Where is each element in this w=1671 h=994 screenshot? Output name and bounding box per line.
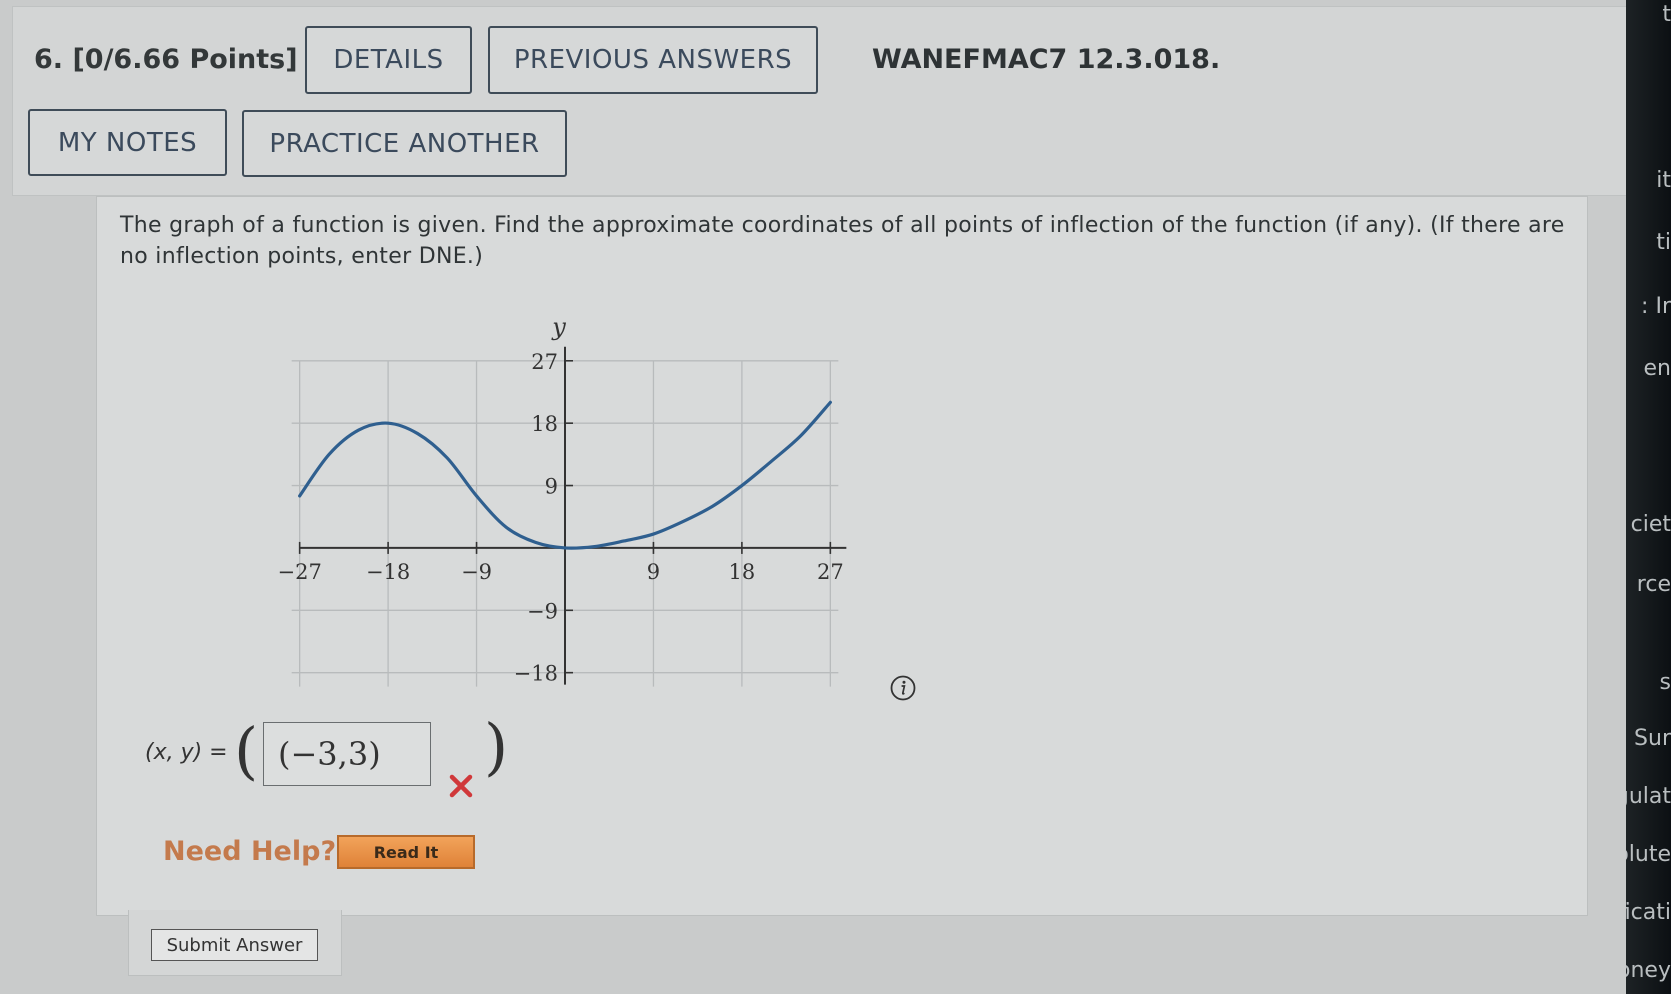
strip-text: ificati (1626, 900, 1671, 925)
x-tick-label: 18 (729, 560, 756, 584)
x-tick-label: 9 (647, 560, 660, 584)
answer-label: (x, y) = (145, 740, 228, 765)
strip-text: s (1659, 670, 1671, 695)
strip-text: t (1662, 2, 1671, 27)
read-it-button[interactable]: Read It (337, 835, 475, 869)
practice-another-button[interactable]: PRACTICE ANOTHER (242, 110, 567, 177)
question-text: The graph of a function is given. Find t… (120, 213, 1565, 269)
strip-text: Money (1626, 958, 1671, 983)
x-tick-label: 27 (817, 560, 844, 584)
strip-text: : Ir (1641, 294, 1671, 319)
my-notes-button[interactable]: MY NOTES (28, 109, 227, 176)
background-window-strip: t it ti : Ir en ciet rce s l Sur gulat o… (1626, 0, 1671, 994)
strip-text: l Sur (1626, 726, 1671, 751)
strip-text: rce (1636, 572, 1671, 597)
need-help-label: Need Help? (163, 836, 337, 867)
open-paren: ( (234, 714, 259, 787)
y-axis-label: y (551, 313, 566, 341)
strip-text: it (1656, 168, 1671, 193)
strip-text: en (1643, 356, 1671, 381)
function-graph: −27−18−99182727189−9−18xy (277, 313, 847, 687)
axes (299, 346, 847, 685)
answer-input[interactable] (263, 722, 431, 786)
strip-text: ti (1656, 230, 1671, 255)
strip-text: gulat (1626, 784, 1671, 809)
submit-answer-button[interactable]: Submit Answer (151, 929, 318, 961)
ticks: −27−18−99182727189−9−18xy (277, 313, 844, 686)
x-tick-label: −18 (366, 560, 410, 584)
details-button[interactable]: DETAILS (305, 26, 472, 94)
y-tick-label: −9 (527, 599, 558, 623)
strip-text: ciet (1630, 512, 1671, 537)
y-tick-label: 9 (545, 475, 558, 499)
strip-text: olute (1626, 842, 1671, 867)
assignment-id: WANEFMAC7 12.3.018. (872, 44, 1221, 75)
previous-answers-button[interactable]: PREVIOUS ANSWERS (488, 26, 818, 94)
x-tick-label: −27 (277, 560, 321, 584)
close-paren: ) (484, 710, 509, 783)
y-tick-label: −18 (514, 662, 558, 686)
x-tick-label: −9 (461, 560, 492, 584)
info-icon[interactable] (889, 674, 917, 702)
y-tick-label: 18 (531, 412, 558, 436)
x-mark-icon (447, 772, 475, 800)
question-points-label: 6. [0/6.66 Points] (34, 44, 298, 75)
y-tick-label: 27 (531, 350, 558, 374)
